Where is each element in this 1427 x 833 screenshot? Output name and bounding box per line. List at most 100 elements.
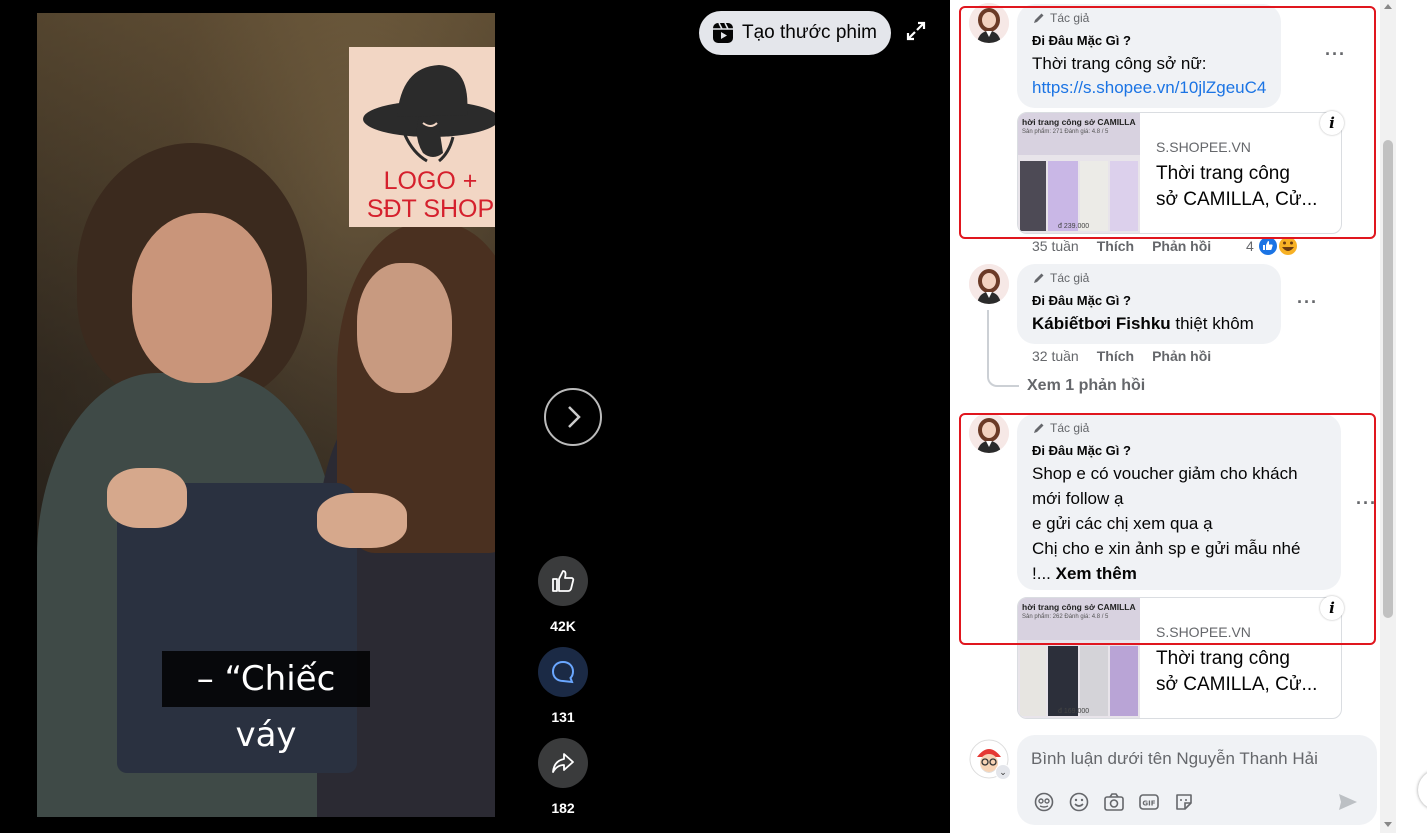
create-reel-label: Tạo thước phim — [742, 22, 878, 43]
share-icon — [552, 753, 574, 773]
avatar[interactable] — [969, 3, 1009, 43]
avatar[interactable] — [969, 413, 1009, 453]
comment-button[interactable] — [538, 647, 588, 697]
next-video-button[interactable] — [544, 388, 602, 446]
comment-text-line: Shop e có voucher giảm cho khách — [1032, 464, 1298, 483]
comment-time[interactable]: 32 tuần — [1032, 348, 1079, 364]
product-photo — [1020, 161, 1046, 231]
like-button[interactable] — [538, 556, 588, 606]
card-title: Thời trang công sở CAMILLA, Cử... — [1156, 646, 1317, 698]
see-more-link[interactable]: Xem thêm — [1056, 564, 1137, 583]
thumbs-up-icon — [552, 570, 575, 592]
svg-text:GIF: GIF — [1142, 800, 1155, 808]
video-hand — [317, 493, 407, 548]
comment-input-placeholder[interactable]: Bình luận dưới tên Nguyễn Thanh Hải — [1031, 749, 1318, 769]
video-player[interactable]: LOGO + SĐT SHOP – “Chiếc váy — [37, 13, 495, 817]
product-photo — [1048, 161, 1078, 231]
link-thumbnail: hời trang công sở CAMILLA Sản phẩm: 271 … — [1018, 113, 1140, 233]
product-photo — [1080, 646, 1108, 716]
avatar[interactable] — [969, 264, 1009, 304]
mention-link[interactable]: Kábiếtbơi Fishku — [1032, 314, 1171, 333]
comment-action: 131 — [538, 647, 588, 725]
author-badge: Tác giả — [1032, 11, 1089, 25]
card-title-line: sở CAMILLA, Cử... — [1156, 674, 1318, 695]
comment-composer[interactable]: Bình luận dưới tên Nguyễn Thanh Hải GIF — [1017, 735, 1377, 825]
info-icon[interactable]: i — [1320, 596, 1344, 620]
thumbnail-meta: Sản phẩm: 271 Đánh giá: 4.8 / 5 — [1022, 129, 1109, 135]
comment-text-line: !... Xem thêm — [1032, 561, 1137, 586]
comment-author[interactable]: Đi Đâu Mặc Gì ? — [1032, 443, 1131, 458]
reaction-count[interactable]: 4 — [1246, 238, 1254, 254]
reel-icon — [713, 22, 733, 43]
video-figure-left-face — [132, 213, 272, 383]
comment-text-ellipsis: !... — [1032, 564, 1056, 583]
card-title-line: Thời trang công — [1156, 163, 1290, 184]
video-hand — [107, 468, 187, 528]
link-thumbnail: hời trang công sở CAMILLA Sản phẩm: 262 … — [1018, 598, 1140, 718]
reply-button[interactable]: Phản hồi — [1152, 238, 1211, 254]
hat-woman-logo-icon — [362, 65, 495, 163]
scrollbar-thumb[interactable] — [1383, 140, 1393, 618]
comment-more-options[interactable]: ··· — [1297, 292, 1318, 313]
comment-author[interactable]: Đi Đâu Mặc Gì ? — [1032, 33, 1131, 48]
avatar-sticker-icon[interactable] — [1033, 791, 1055, 813]
create-reel-button[interactable]: Tạo thước phim — [699, 11, 891, 55]
gif-icon[interactable]: GIF — [1138, 791, 1160, 813]
logo-text-line2: SĐT SHOP — [366, 195, 495, 223]
card-title-line: sở CAMILLA, Cử... — [1156, 189, 1318, 210]
video-figure-right-face — [357, 263, 452, 393]
shop-logo: LOGO + SĐT SHOP — [349, 47, 495, 227]
chevron-down-icon[interactable]: ⌄ — [995, 764, 1011, 780]
camera-icon[interactable] — [1103, 791, 1125, 813]
card-title: Thời trang công sở CAMILLA, Cử... — [1156, 161, 1317, 213]
like-comment-button[interactable]: Thích — [1097, 348, 1134, 364]
author-badge: Tác giả — [1032, 421, 1089, 435]
author-badge-label: Tác giả — [1050, 271, 1090, 285]
product-photo — [1020, 646, 1046, 716]
view-replies-link[interactable]: Xem 1 phản hồi — [1027, 377, 1145, 395]
fullscreen-icon[interactable] — [904, 19, 928, 43]
share-button[interactable] — [538, 738, 588, 788]
reply-button[interactable]: Phản hồi — [1152, 348, 1211, 364]
card-title-line: Thời trang công — [1156, 648, 1290, 669]
comment-meta: 32 tuần Thích Phản hồi — [1032, 348, 1211, 364]
pencil-icon — [1034, 273, 1044, 283]
comment-text: Kábiếtbơi Fishku thiệt khôm — [1032, 311, 1254, 336]
author-badge: Tác giả — [1032, 271, 1089, 285]
thread-connector — [987, 310, 1019, 387]
comment-text-line: Chị cho e xin ảnh sp e gửi mẫu nhé — [1032, 539, 1301, 558]
thumbnail-title: hời trang công sở CAMILLA — [1022, 117, 1136, 127]
comment-time[interactable]: 35 tuần — [1032, 238, 1079, 254]
author-avatar-icon — [969, 264, 1009, 304]
page-right-gutter — [1396, 0, 1427, 833]
pencil-icon — [1034, 423, 1044, 433]
comment-author[interactable]: Đi Đâu Mặc Gì ? — [1032, 293, 1131, 308]
like-comment-button[interactable]: Thích — [1097, 238, 1134, 254]
send-icon[interactable] — [1337, 791, 1359, 813]
comment-text-line: mới follow ạ — [1032, 489, 1124, 508]
thumbnail-price: đ 239.000 — [1058, 223, 1090, 230]
share-count: 182 — [551, 800, 575, 816]
scroll-up-arrow-icon[interactable] — [1384, 4, 1392, 9]
logo-text-line1: LOGO + — [383, 167, 478, 195]
comment-link[interactable]: https://s.shopee.vn/10jlZgeuC4 — [1032, 78, 1266, 98]
sticker-icon[interactable] — [1173, 791, 1195, 813]
comment-icon — [551, 660, 575, 684]
like-count: 42K — [550, 618, 576, 634]
comment-meta: 35 tuần Thích Phản hồi — [1032, 238, 1211, 254]
product-photo — [1110, 161, 1138, 231]
link-preview-card[interactable]: hời trang công sở CAMILLA Sản phẩm: 262 … — [1017, 597, 1342, 719]
thumbnail-title: hời trang công sở CAMILLA — [1022, 602, 1136, 612]
thumbnail-meta: Sản phẩm: 262 Đánh giá: 4.8 / 5 — [1022, 614, 1109, 620]
link-preview-card[interactable]: hời trang công sở CAMILLA Sản phẩm: 271 … — [1017, 112, 1342, 234]
card-domain: S.SHOPEE.VN — [1156, 624, 1251, 640]
comment-more-options[interactable]: ··· — [1325, 44, 1346, 65]
thumbnail-price: đ 169.000 — [1058, 708, 1090, 715]
comment-more-options[interactable]: ··· — [1356, 493, 1377, 514]
reactions-icon[interactable] — [1256, 234, 1302, 258]
emoji-icon[interactable] — [1068, 791, 1090, 813]
scroll-down-arrow-icon[interactable] — [1384, 822, 1392, 827]
pencil-icon — [1034, 13, 1044, 23]
info-icon[interactable]: i — [1320, 111, 1344, 135]
card-domain: S.SHOPEE.VN — [1156, 139, 1251, 155]
